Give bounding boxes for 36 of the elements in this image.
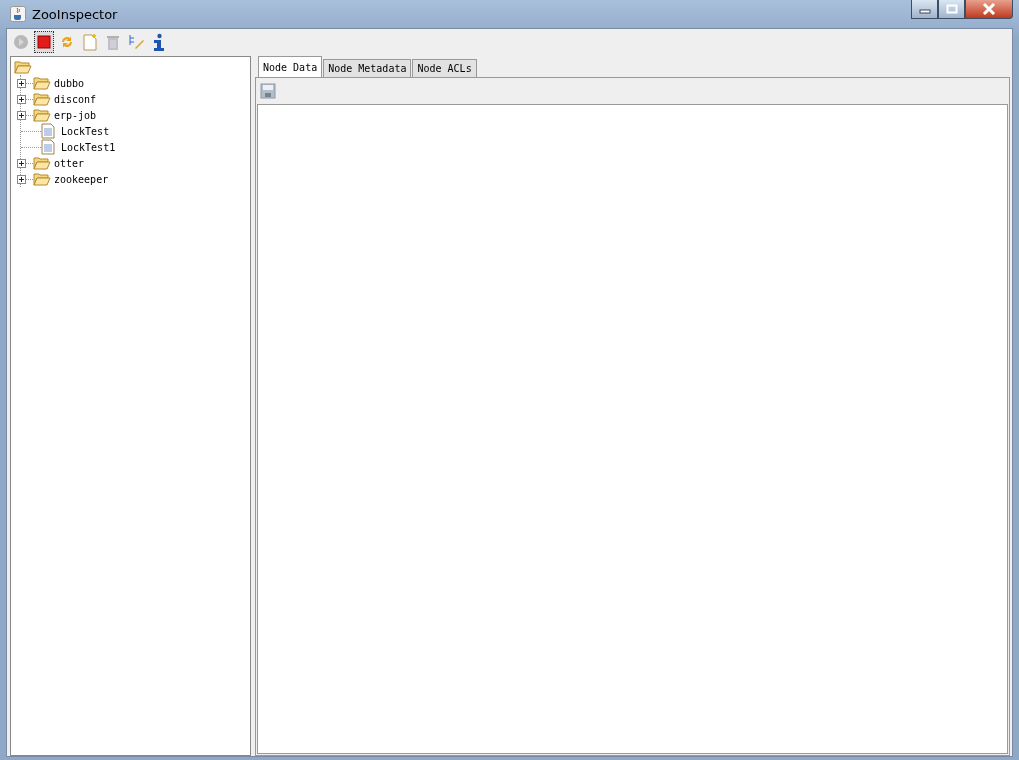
stop-button[interactable] (34, 30, 54, 53)
tree-item[interactable]: LockTest (61, 125, 110, 137)
maximize-icon (945, 4, 958, 14)
tab[interactable]: Node Metadata (323, 59, 412, 77)
folder-icon (33, 76, 51, 90)
tab[interactable]: Node Data (258, 56, 323, 77)
maximize-button[interactable] (938, 0, 965, 19)
expand-icon[interactable] (17, 174, 26, 184)
document-icon (41, 139, 55, 155)
expand-icon[interactable] (17, 158, 26, 168)
tree-item[interactable]: zookeeper (54, 173, 109, 185)
play-icon (12, 32, 30, 51)
save-icon (260, 83, 276, 99)
tree-edit-icon (127, 32, 145, 51)
tree-item[interactable]: erp-job (54, 109, 97, 121)
tree-item[interactable]: LockTest1 (61, 141, 116, 153)
tree-item[interactable]: disconf (54, 93, 97, 105)
minimize-button[interactable] (911, 0, 938, 19)
tree-item[interactable]: dubbo (54, 77, 85, 89)
window-title: ZooInspector (32, 6, 118, 22)
expand-icon[interactable] (17, 78, 26, 88)
stop-icon (35, 32, 53, 51)
close-button[interactable] (965, 0, 1013, 19)
document-icon (41, 123, 55, 139)
folder-icon (33, 108, 51, 122)
close-icon (982, 3, 996, 15)
folder-icon (33, 156, 51, 170)
folder-icon (33, 172, 51, 186)
tab[interactable]: Node ACLs (412, 59, 477, 77)
save-button[interactable] (260, 83, 276, 99)
new-document-icon (81, 32, 99, 51)
expand-icon[interactable] (17, 110, 26, 120)
folder-icon (33, 92, 51, 106)
expand-icon[interactable] (17, 94, 26, 104)
coffee-cup-icon (10, 6, 26, 22)
tree-item[interactable]: otter (54, 157, 85, 169)
